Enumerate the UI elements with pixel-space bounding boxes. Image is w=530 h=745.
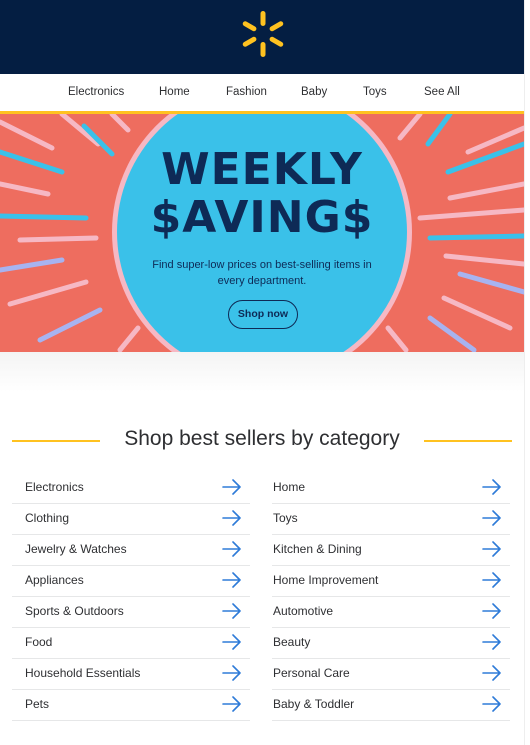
arrow-right-icon — [482, 603, 501, 619]
arrow-right-icon — [482, 634, 501, 650]
category-link[interactable]: Beauty — [272, 628, 510, 659]
banner-title-line2: $AVING$ — [150, 192, 374, 243]
walmart-spark-icon[interactable] — [241, 11, 285, 57]
category-link-label: Personal Care — [273, 666, 350, 680]
category-link[interactable]: Appliances — [12, 566, 250, 597]
category-link[interactable]: Kitchen & Dining — [272, 535, 510, 566]
nav-item-baby[interactable]: Baby — [301, 86, 327, 98]
category-link[interactable]: Personal Care — [272, 659, 510, 690]
category-link-label: Electronics — [25, 480, 84, 494]
arrow-right-icon — [222, 541, 241, 557]
arrow-right-icon — [222, 634, 241, 650]
category-link-label: Home Improvement — [273, 573, 379, 587]
category-link-label: Sports & Outdoors — [25, 604, 124, 618]
arrow-right-icon — [222, 696, 241, 712]
category-link-label: Food — [25, 635, 53, 649]
category-link[interactable]: Household Essentials — [12, 659, 250, 690]
category-link-label: Toys — [273, 511, 298, 525]
heading-rule-left — [12, 440, 100, 442]
shop-now-button[interactable]: Shop now — [228, 300, 298, 329]
arrow-right-icon — [482, 479, 501, 495]
arrow-right-icon — [482, 572, 501, 588]
category-link[interactable]: Home Improvement — [272, 566, 510, 597]
heading-rule-right — [424, 440, 512, 442]
category-link[interactable]: Food — [12, 628, 250, 659]
category-link-label: Clothing — [25, 511, 70, 525]
category-link-label: Baby & Toddler — [273, 697, 355, 711]
arrow-right-icon — [482, 510, 501, 526]
nav-item-see-all[interactable]: See All — [424, 86, 460, 98]
category-link[interactable]: Pets — [12, 690, 250, 721]
category-link-label: Jewelry & Watches — [25, 542, 127, 556]
page-edge — [524, 0, 530, 745]
category-link[interactable]: Automotive — [272, 597, 510, 628]
section-fade — [0, 352, 524, 392]
section-title: Shop best sellers by category — [124, 427, 400, 450]
category-link-label: Kitchen & Dining — [273, 542, 362, 556]
arrow-right-icon — [482, 665, 501, 681]
category-link-label: Appliances — [25, 573, 84, 587]
arrow-right-icon — [222, 510, 241, 526]
nav-item-home[interactable]: Home — [159, 86, 190, 98]
category-link[interactable]: Sports & Outdoors — [12, 597, 250, 628]
arrow-right-icon — [222, 479, 241, 495]
category-link-label: Household Essentials — [25, 666, 141, 680]
banner-subtitle: Find super-low prices on best-selling it… — [152, 259, 372, 287]
category-link-label: Pets — [25, 697, 50, 711]
category-link[interactable]: Clothing — [12, 504, 250, 535]
category-link[interactable]: Baby & Toddler — [272, 690, 510, 721]
arrow-right-icon — [222, 603, 241, 619]
arrow-right-icon — [482, 696, 501, 712]
category-link-label: Automotive — [273, 604, 334, 618]
arrow-right-icon — [222, 572, 241, 588]
category-link[interactable]: Toys — [272, 504, 510, 535]
nav-item-toys[interactable]: Toys — [363, 86, 387, 98]
arrow-right-icon — [482, 541, 501, 557]
nav-item-electronics[interactable]: Electronics — [68, 86, 124, 98]
arrow-right-icon — [222, 665, 241, 681]
category-link-label: Beauty — [273, 635, 311, 649]
category-link-label: Home — [273, 480, 306, 494]
category-link[interactable]: Home — [272, 473, 510, 504]
banner-title-line1: WEEKLY — [161, 144, 363, 195]
nav-item-fashion[interactable]: Fashion — [226, 86, 267, 98]
site-header — [0, 0, 524, 74]
category-link[interactable]: Electronics — [12, 473, 250, 504]
category-link[interactable]: Jewelry & Watches — [12, 535, 250, 566]
